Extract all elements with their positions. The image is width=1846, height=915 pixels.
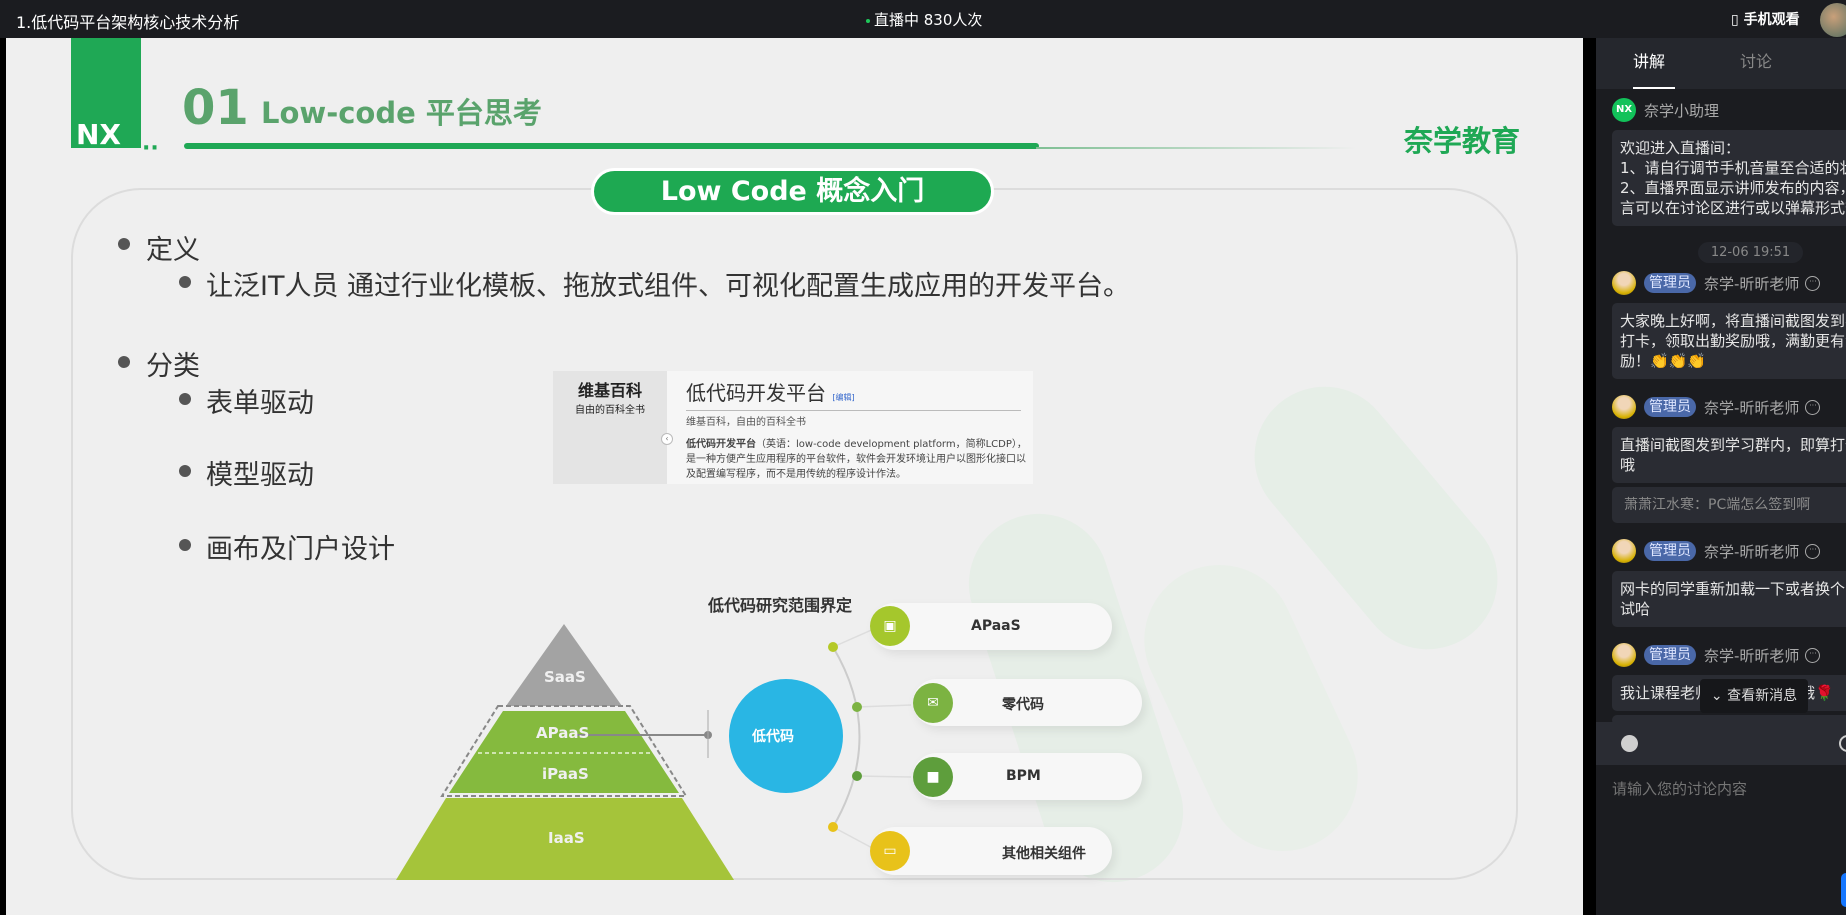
arrow-down-icon: ⌄ <box>1710 688 1728 704</box>
sender-name: 奈学-昕昕老师 <box>1704 646 1800 665</box>
message-line: 试哈 <box>1620 600 1651 618</box>
message-line: 言可以在讨论区进行或以弹幕形式查看 <box>1620 199 1846 217</box>
live-status-text: 直播中 830人次 <box>874 11 983 29</box>
live-status: 直播中 830人次 <box>866 9 982 30</box>
admin-badge: 管理员 <box>1644 273 1696 293</box>
chat-sidebar: 讲解 讨论 NX 奈学小助理 欢迎进入直播间： 1、请自行调节手机音量至合适的状态… <box>1596 38 1846 915</box>
live-dot-icon <box>866 18 870 23</box>
message-line: 哦 <box>1620 456 1636 474</box>
pyramid-label-apaas: APaaS <box>536 724 590 742</box>
message-line: 大家晚上好啊，将直播间截图发到学习群 <box>1620 312 1846 330</box>
chat-message: 直播间截图发到学习群内，即算打卡成功哦 <box>1612 427 1846 483</box>
sender-name: 奈学-昕昕老师 <box>1704 274 1800 293</box>
center-label: 低代码 <box>752 729 794 745</box>
pyramid-label-iaas: IaaS <box>548 829 585 847</box>
new-messages-label: 查看新消息 <box>1727 688 1798 704</box>
timestamp: 12-06 19:51 <box>1698 242 1803 263</box>
message-header: 管理员 奈学-昕昕老师 ··· <box>1612 271 1821 295</box>
message-line: 励！👏👏👏 <box>1620 352 1707 370</box>
branch-line <box>856 775 912 778</box>
pyramid-saas <box>506 624 622 706</box>
message-header: 管理员 奈学-昕昕老师 ··· <box>1612 643 1821 667</box>
assistant-avatar: NX <box>1612 98 1636 122</box>
admin-badge: 管理员 <box>1644 645 1696 665</box>
arc-dot <box>852 771 862 781</box>
mobile-watch-label: 手机观看 <box>1743 12 1800 28</box>
tab-discussion[interactable]: 讨论 <box>1740 48 1772 72</box>
assistant-header: NX 奈学小助理 <box>1612 98 1719 122</box>
branch-line <box>832 627 877 648</box>
course-title: 1.低代码平台架构核心技术分析 <box>16 13 240 32</box>
teacher-avatar <box>1612 395 1636 419</box>
phone-icon: ▯ <box>1731 12 1744 28</box>
arc-dot <box>828 642 838 652</box>
teacher-avatar <box>1612 643 1636 667</box>
teacher-avatar <box>1612 539 1636 563</box>
message-line: 1、请自行调节手机音量至合适的状态 <box>1620 159 1846 177</box>
message-line: 网卡的同学重新加载一下或者换个网络试 <box>1620 580 1846 598</box>
message-line: 打卡，领取出勤奖励哦，满勤更有满勤奖 <box>1620 332 1846 350</box>
image-icon: ▣ <box>870 606 910 646</box>
message-line: 直播间截图发到学习群内，即算打卡成功 <box>1620 436 1846 454</box>
admin-badge: 管理员 <box>1644 541 1696 561</box>
message-line: 欢迎进入直播间： <box>1620 139 1741 157</box>
more-icon[interactable]: ··· <box>1805 399 1821 415</box>
input-toolbar <box>1596 722 1846 765</box>
pyramid-label-ipaas: iPaaS <box>542 765 589 783</box>
emoji-icon[interactable] <box>1621 735 1638 752</box>
arc-dot <box>852 702 862 712</box>
sender-name: 奈学-昕昕老师 <box>1704 542 1800 561</box>
diagram-svg <box>396 624 912 880</box>
item-label-other: 其他相关组件 <box>1002 846 1086 862</box>
user-avatar[interactable] <box>1820 3 1846 37</box>
circle-icon[interactable] <box>1839 735 1846 752</box>
more-icon[interactable]: ··· <box>1805 275 1821 291</box>
assistant-message: 欢迎进入直播间： 1、请自行调节手机音量至合适的状态 2、直播界面显示讲师发布的内容… <box>1612 130 1846 226</box>
tab-active-indicator <box>1633 87 1675 89</box>
slide-view: NX ·· 01 Low-code 平台思考 奈学教育 Low Code 概念入… <box>6 38 1583 915</box>
new-messages-button[interactable]: ⌄ 查看新消息 <box>1700 679 1808 713</box>
message-header: 管理员 奈学-昕昕老师 ··· <box>1612 395 1821 419</box>
briefcase-icon: ■ <box>913 757 953 797</box>
message-header: 管理员 奈学-昕昕老师 ··· <box>1612 539 1821 563</box>
chat-message: 网卡的同学重新加载一下或者换个网络试试哈 <box>1612 571 1846 627</box>
branch-line <box>856 704 912 708</box>
mobile-watch-button[interactable]: ▯ 手机观看 <box>1731 9 1800 29</box>
item-label-bpm: BPM <box>1006 768 1041 784</box>
more-icon[interactable]: ··· <box>1805 543 1821 559</box>
pyramid-label-saas: SaaS <box>544 668 586 686</box>
discussion-input[interactable] <box>1596 765 1846 915</box>
admin-badge: 管理员 <box>1644 397 1696 417</box>
mail-icon: ✉ <box>913 683 953 723</box>
quoted-reply: 萧萧江水寒：PC端怎么签到啊 <box>1612 487 1846 523</box>
chat-icon: ▭ <box>870 831 910 871</box>
chat-message: 大家晚上好啊，将直播间截图发到学习群打卡，领取出勤奖励哦，满勤更有满勤奖励！👏👏… <box>1612 303 1846 379</box>
sender-name: 奈学-昕昕老师 <box>1704 398 1800 417</box>
send-button[interactable] <box>1841 873 1846 907</box>
more-icon[interactable]: ··· <box>1805 647 1821 663</box>
top-bar: 1.低代码平台架构核心技术分析 直播中 830人次 ▯ 手机观看 <box>0 0 1846 38</box>
arc-dot <box>828 822 838 832</box>
tab-lecture[interactable]: 讲解 <box>1633 48 1665 72</box>
assistant-name: 奈学小助理 <box>1644 101 1720 120</box>
item-label-apaas: APaaS <box>971 618 1021 634</box>
item-label-zero-code: 零代码 <box>1002 697 1044 713</box>
message-line: 2、直播界面显示讲师发布的内容，听 <box>1620 179 1846 197</box>
teacher-avatar <box>1612 271 1636 295</box>
